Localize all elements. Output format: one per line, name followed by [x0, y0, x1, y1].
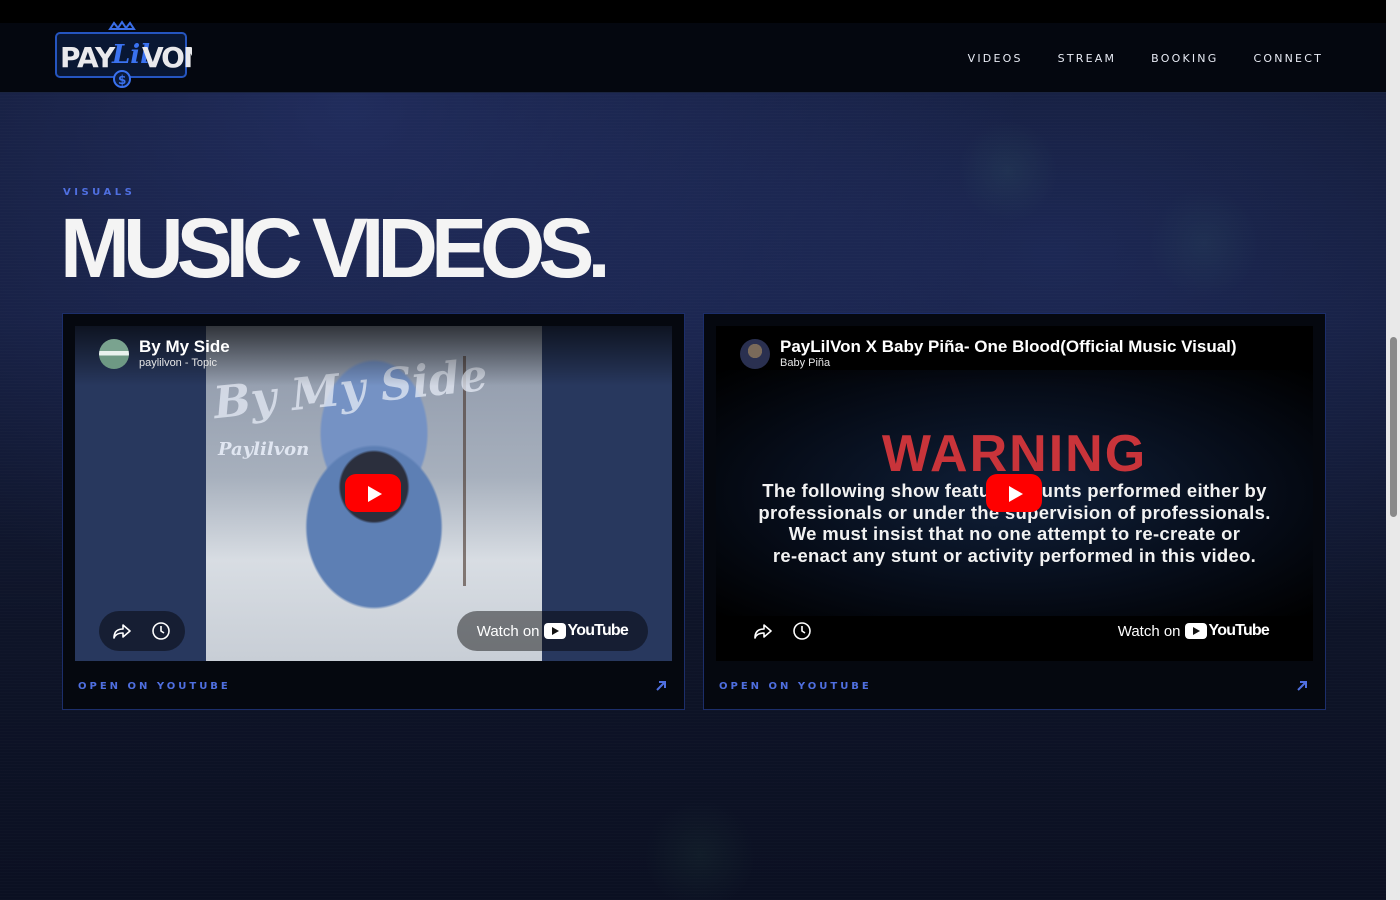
youtube-wordmark: YouTube — [567, 622, 629, 639]
video-title[interactable]: PayLilVon X Baby Piña- One Blood(Officia… — [780, 337, 1237, 357]
share-icon[interactable] — [753, 621, 773, 641]
youtube-logo: YouTube — [1184, 622, 1270, 640]
play-button[interactable] — [986, 474, 1042, 512]
open-on-youtube-link[interactable]: OPEN ON YOUTUBE — [719, 681, 872, 692]
play-button[interactable] — [345, 474, 401, 512]
video-card-2: WARNING The following show features stun… — [703, 313, 1326, 710]
watch-later-icon[interactable] — [792, 621, 812, 641]
warning-line: We must insist that no one attempt to re… — [788, 523, 1241, 544]
site-header: PAY Lil VON $ VIDEOS STREAM BOOKING CONN… — [0, 20, 1386, 93]
section-eyebrow: VISUALS — [63, 187, 136, 198]
svg-text:$: $ — [118, 73, 126, 87]
channel-avatar[interactable] — [740, 339, 770, 369]
logo-graphic: PAY Lil VON $ — [55, 20, 206, 88]
video-player-2[interactable]: WARNING The following show features stun… — [716, 326, 1313, 661]
youtube-wordmark: YouTube — [1208, 622, 1270, 639]
page-title: MUSIC VIDEOS. — [60, 201, 611, 295]
youtube-logo: YouTube — [543, 622, 629, 640]
channel-name[interactable]: paylilvon - Topic — [139, 357, 217, 369]
nav-stream[interactable]: STREAM — [1058, 52, 1117, 65]
channel-name[interactable]: Baby Piña — [780, 357, 830, 369]
svg-text:VON: VON — [142, 41, 192, 74]
nav-booking[interactable]: BOOKING — [1151, 52, 1218, 65]
watch-on-label: Watch on — [476, 622, 540, 640]
site-logo[interactable]: PAY Lil VON $ — [52, 19, 206, 95]
watch-later-icon[interactable] — [151, 621, 171, 641]
nav-connect[interactable]: CONNECT — [1253, 52, 1323, 65]
svg-text:PAY: PAY — [60, 41, 116, 74]
video-title[interactable]: By My Side — [139, 337, 230, 357]
main-nav: VIDEOS STREAM BOOKING CONNECT — [968, 52, 1323, 65]
video-player-1[interactable]: By My Side Paylilvon By My Side paylilvo… — [75, 326, 672, 661]
thumbnail-artist-text: Paylilvon — [218, 439, 310, 460]
page-scrollbar[interactable] — [1386, 0, 1400, 900]
watch-on-label: Watch on — [1117, 622, 1181, 640]
watch-on-youtube-button[interactable]: Watch on YouTube — [1098, 611, 1289, 651]
player-actions — [99, 611, 185, 651]
warning-line: re-enact any stunt or activity performed… — [772, 544, 1257, 566]
youtube-icon — [543, 623, 566, 639]
youtube-icon — [1184, 623, 1207, 639]
card-footer: OPEN ON YOUTUBE — [78, 679, 668, 693]
video-card-1: By My Side Paylilvon By My Side paylilvo… — [62, 313, 685, 710]
watch-on-youtube-button[interactable]: Watch on YouTube — [456, 611, 648, 651]
channel-avatar[interactable] — [99, 339, 129, 369]
nav-videos[interactable]: VIDEOS — [968, 52, 1023, 65]
player-actions — [740, 611, 826, 651]
external-arrow-icon[interactable] — [654, 679, 668, 693]
scrollbar-thumb[interactable] — [1390, 337, 1397, 517]
card-footer: OPEN ON YOUTUBE — [719, 679, 1309, 693]
top-strip — [0, 0, 1386, 23]
open-on-youtube-link[interactable]: OPEN ON YOUTUBE — [78, 681, 231, 692]
external-arrow-icon[interactable] — [1295, 679, 1309, 693]
share-icon[interactable] — [112, 621, 132, 641]
